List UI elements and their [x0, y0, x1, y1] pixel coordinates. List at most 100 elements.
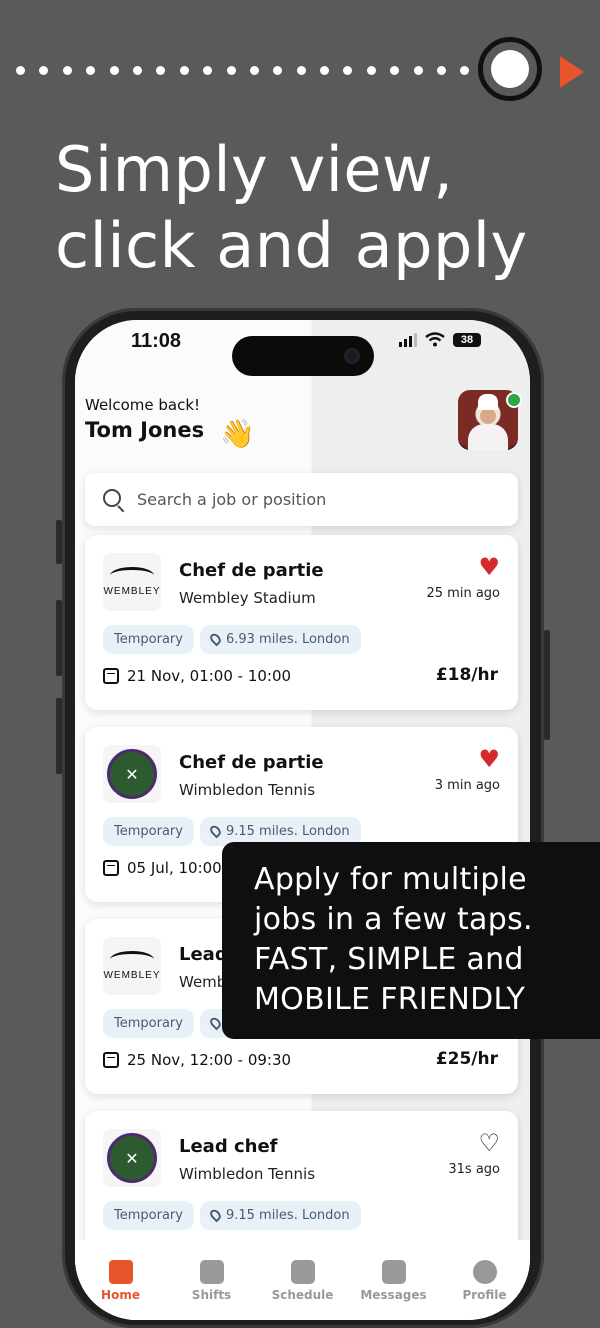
- welcome-text: Welcome back!: [85, 396, 201, 414]
- location-pin-icon: [208, 631, 223, 647]
- app-screen: 11:08 38 Welcome back! Tom Jones 👋 WEMBL…: [75, 320, 530, 1320]
- search-bar[interactable]: [85, 473, 518, 526]
- calendar-icon: [290, 1260, 315, 1284]
- search-input[interactable]: [135, 489, 499, 510]
- job-type-tag: Temporary: [103, 817, 194, 846]
- headline: Simply view, click and apply: [55, 132, 528, 284]
- distance-text: 9.15 miles. London: [225, 824, 350, 839]
- job-venue: Wemb: [179, 973, 227, 991]
- progress-dot: [413, 66, 423, 75]
- calendar-icon: [103, 860, 119, 876]
- nav-home[interactable]: Home: [75, 1240, 166, 1320]
- job-venue: Wembley Stadium: [179, 589, 316, 607]
- progress-dot: [273, 66, 283, 75]
- location-pin-icon: [208, 1015, 223, 1031]
- progress-dots: [16, 66, 484, 75]
- nav-label: Messages: [360, 1288, 427, 1302]
- job-title: Chef de partie: [179, 560, 324, 581]
- promo-line-1: Apply for multiple: [254, 862, 527, 897]
- progress-dot: [156, 66, 166, 75]
- status-icons: 38: [399, 332, 481, 347]
- job-title: Lead: [179, 944, 228, 965]
- signal-icon: [399, 332, 417, 347]
- distance-tag: 9.15 miles. London: [199, 1201, 361, 1230]
- job-date-text: 25 Nov, 12:00 - 09:30: [127, 1051, 292, 1069]
- heart-outline-icon[interactable]: ♡: [478, 1129, 500, 1157]
- shifts-icon: [199, 1260, 224, 1284]
- posted-time: 25 min ago: [426, 586, 501, 601]
- current-step-indicator: [478, 37, 542, 101]
- job-venue: Wimbledon Tennis: [179, 781, 316, 799]
- wembley-logo-text: WEMBLEY: [103, 970, 161, 981]
- location-pin-icon: [208, 1207, 223, 1223]
- progress-dot: [62, 66, 72, 75]
- waving-hand-icon: 👋: [220, 417, 255, 450]
- phone-power-button: [544, 630, 550, 740]
- job-date-text: 05 Jul, 10:00: [127, 859, 222, 877]
- crossed-rackets-icon: ✕: [107, 749, 157, 799]
- wembley-logo: WEMBLEY: [103, 553, 161, 611]
- job-title: Lead chef: [179, 1136, 278, 1157]
- progress-dot: [296, 66, 306, 75]
- job-date-text: 21 Nov, 01:00 - 10:00: [127, 667, 292, 685]
- progress-dot: [179, 66, 189, 75]
- progress-dot: [132, 66, 142, 75]
- job-title: Chef de partie: [179, 752, 324, 773]
- progress-dot: [343, 66, 353, 75]
- nav-profile[interactable]: Profile: [439, 1240, 530, 1320]
- job-type-tag: Temporary: [103, 1009, 194, 1038]
- distance-text: 9.15 miles. London: [225, 1208, 350, 1223]
- progress-dot: [249, 66, 259, 75]
- nav-label: Shifts: [191, 1288, 232, 1302]
- location-pin-icon: [208, 823, 223, 839]
- search-icon: [103, 488, 125, 511]
- crossed-rackets-icon: ✕: [107, 1133, 157, 1183]
- headline-line-2: click and apply: [55, 209, 528, 282]
- progress-dot: [39, 66, 49, 75]
- posted-time: 31s ago: [448, 1162, 500, 1177]
- next-arrow-icon[interactable]: [560, 56, 584, 88]
- promo-callout: Apply for multiple jobs in a few taps. F…: [222, 842, 600, 1039]
- job-type-tag: Temporary: [103, 1201, 194, 1230]
- promo-line-3: FAST, SIMPLE and: [254, 942, 524, 977]
- progress-dot: [16, 66, 25, 75]
- distance-tag: 6.93 miles. London: [199, 625, 361, 654]
- job-card[interactable]: WEMBLEY Chef de partie Wembley Stadium ♥…: [85, 535, 518, 710]
- job-date: 25 Nov, 12:00 - 09:30: [103, 1051, 291, 1069]
- promo-line-4: MOBILE FRIENDLY: [254, 982, 526, 1017]
- wembley-logo: WEMBLEY: [103, 937, 161, 995]
- nav-label: Home: [101, 1288, 140, 1302]
- promo-line-2: jobs in a few taps.: [254, 902, 533, 937]
- wimbledon-logo: ✕: [103, 745, 161, 803]
- job-type-tag: Temporary: [103, 625, 194, 654]
- progress-dot: [366, 66, 376, 75]
- progress-dot: [460, 66, 470, 75]
- nav-messages[interactable]: Messages: [348, 1240, 439, 1320]
- nav-label: Schedule: [271, 1288, 334, 1302]
- online-status-dot: [506, 392, 522, 408]
- phone-action-button: [56, 520, 62, 564]
- wifi-icon: [425, 332, 445, 347]
- progress-dot: [390, 66, 400, 75]
- phone-volume-down-button: [56, 698, 62, 774]
- progress-dot: [226, 66, 236, 75]
- bottom-nav: Home Shifts Schedule Messages Profile: [75, 1240, 530, 1320]
- job-date: 21 Nov, 01:00 - 10:00: [103, 667, 291, 685]
- heart-filled-icon[interactable]: ♥: [478, 745, 500, 773]
- user-name: Tom Jones: [85, 418, 205, 442]
- status-time: 11:08: [131, 330, 182, 352]
- posted-time: 3 min ago: [434, 778, 500, 793]
- camera-icon: [344, 348, 360, 364]
- job-date: 05 Jul, 10:00: [103, 859, 222, 877]
- nav-label: Profile: [462, 1288, 507, 1302]
- nav-shifts[interactable]: Shifts: [166, 1240, 257, 1320]
- wimbledon-logo: ✕: [103, 1129, 161, 1187]
- nav-schedule[interactable]: Schedule: [257, 1240, 348, 1320]
- progress-dot: [437, 66, 447, 75]
- pay-rate: £25/hr: [435, 1049, 498, 1069]
- progress-dot: [203, 66, 213, 75]
- phone-volume-up-button: [56, 600, 62, 676]
- heart-filled-icon[interactable]: ♥: [478, 553, 500, 581]
- messages-icon: [381, 1260, 406, 1284]
- wembley-logo-text: WEMBLEY: [103, 586, 161, 597]
